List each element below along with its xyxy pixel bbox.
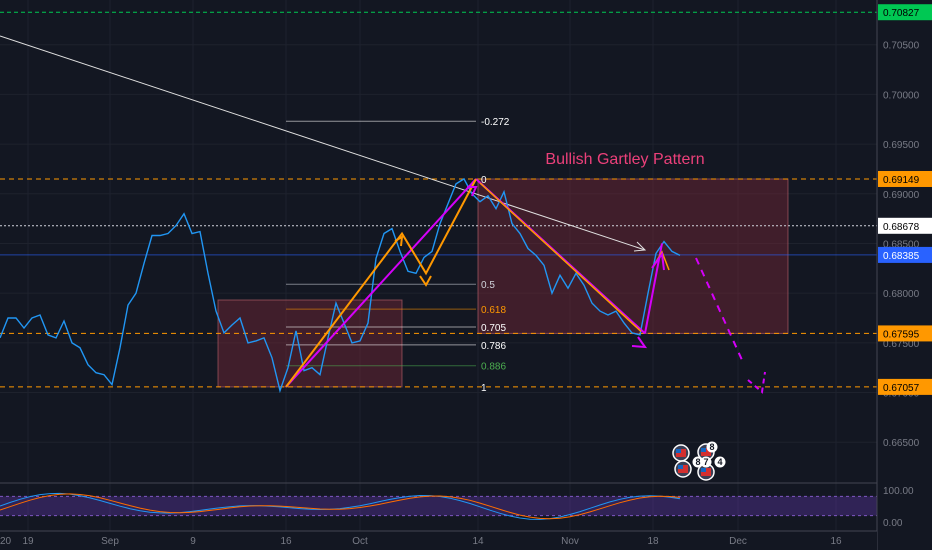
price-badge: 0.70827: [878, 4, 932, 21]
oscillator-tick-label: 100.00: [883, 486, 914, 497]
chart-canvas[interactable]: -0.27200.50.6180.7050.7860.8861 Bullish …: [0, 0, 932, 550]
flag-canton: [676, 449, 681, 453]
price-badge-label: 0.67057: [883, 383, 920, 394]
time-tick-label: Dec: [729, 536, 747, 547]
price-badge: 0.69149: [878, 170, 932, 187]
price-tick-label: 0.66500: [883, 438, 920, 449]
fib-label: 0.786: [481, 341, 506, 352]
price-badge: 0.67595: [878, 325, 932, 342]
time-tick-label: 14: [472, 536, 484, 547]
price-badge: 0.68678: [878, 217, 932, 234]
oscillator-tick-label: 0.00: [883, 518, 903, 529]
price-axis-bg: [877, 0, 932, 550]
event-count: 8: [695, 457, 700, 467]
event-count: 8: [709, 442, 714, 452]
chart-title: Bullish Gartley Pattern: [545, 151, 704, 168]
fib-label: -0.272: [481, 117, 510, 128]
fib-label: 0.886: [481, 362, 506, 373]
event-flag-icon[interactable]: [674, 460, 692, 478]
time-axis[interactable]: 19 Sep 9 16 Oct 14 Nov 18 Dec 16 2020: [0, 530, 877, 550]
time-tick-label: 9: [190, 536, 196, 547]
flag-canton: [678, 465, 683, 469]
time-tick-label: Nov: [561, 536, 579, 547]
fib-label: 0.705: [481, 323, 506, 334]
flag-canton: [701, 468, 706, 472]
event-count-badge[interactable]: 4: [714, 456, 726, 468]
price-badge: 0.67057: [878, 378, 932, 395]
event-flag-icon[interactable]: [672, 444, 690, 462]
fib-label: 0.618: [481, 305, 506, 316]
time-tick-label: 19: [22, 536, 34, 547]
price-tick-label: 0.69500: [883, 140, 920, 151]
time-tick-label: 16: [830, 536, 842, 547]
price-axis[interactable]: 0.705000.700000.695000.690000.685000.680…: [876, 0, 932, 550]
event-count-badge[interactable]: 8: [706, 441, 718, 453]
price-badge-label: 0.70827: [883, 8, 920, 19]
time-tick-label: Sep: [101, 536, 119, 547]
event-count: 4: [717, 457, 722, 467]
event-count: 7: [703, 457, 708, 467]
fib-label: 0.5: [481, 280, 495, 291]
price-tick-label: 0.69000: [883, 190, 920, 201]
price-badge-label: 0.68385: [883, 251, 920, 262]
time-tick-label: 16: [280, 536, 292, 547]
price-tick-label: 0.70500: [883, 41, 920, 52]
price-tick-label: 0.68000: [883, 289, 920, 300]
xa-zone: [217, 299, 403, 388]
event-count-badge[interactable]: 7: [700, 456, 712, 468]
price-badge-label: 0.68678: [883, 222, 920, 233]
price-tick-label: 0.70000: [883, 90, 920, 101]
time-tick-label: 2020: [0, 536, 12, 547]
flag-canton: [701, 448, 706, 452]
price-badge-label: 0.69149: [883, 175, 920, 186]
price-badge: 0.68385: [878, 246, 932, 263]
time-tick-label: 18: [647, 536, 659, 547]
time-tick-label: Oct: [352, 536, 368, 547]
prz-zone: [477, 178, 789, 334]
price-badge-label: 0.67595: [883, 329, 920, 340]
fib-label: 1: [481, 383, 487, 394]
